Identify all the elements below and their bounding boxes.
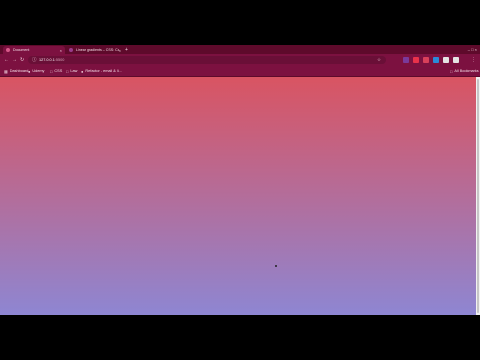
toolbar: ← → ↻ ⓘ 127.0.0.1:5500 ☆ ⋮: [0, 54, 480, 66]
new-tab-button[interactable]: +: [125, 46, 128, 54]
forward-button[interactable]: →: [12, 56, 17, 64]
scrollbar-thumb[interactable]: [477, 79, 479, 313]
tab-close-icon[interactable]: ×: [119, 48, 121, 53]
url-port: :5500: [54, 58, 65, 62]
vertical-scrollbar[interactable]: [476, 77, 480, 315]
bookmark-udemy[interactable]: ● Udemy: [28, 66, 44, 76]
extension-1-icon[interactable]: [403, 57, 409, 63]
extension-6-icon[interactable]: [453, 57, 459, 63]
reload-button[interactable]: ↻: [20, 56, 24, 64]
browser-menu-icon[interactable]: ⋮: [471, 56, 476, 64]
extension-5-icon[interactable]: [443, 57, 449, 63]
bookmark-folder-icon: ▦: [4, 68, 8, 74]
address-url[interactable]: 127.0.0.1:5500: [39, 56, 64, 64]
mouse-cursor: [275, 265, 277, 267]
tab-document[interactable]: Document ×: [3, 46, 65, 54]
tab-favicon-icon: [6, 48, 10, 52]
tab-title: Document: [13, 48, 30, 52]
browser-window: Document × Linear gradients – CSS: Casc …: [0, 45, 480, 315]
back-button[interactable]: ←: [4, 56, 9, 64]
bookmark-refactor[interactable]: ● Refactor - email & li...: [81, 66, 122, 76]
bookmark-dashboard[interactable]: ▦ Dashboard: [4, 66, 28, 76]
bookmark-label: Udemy: [32, 69, 45, 73]
tab-favicon-icon: [69, 48, 73, 52]
address-bar[interactable]: ⓘ 127.0.0.1:5500 ☆: [28, 56, 386, 64]
window-controls[interactable]: – □ ×: [468, 46, 477, 54]
site-info-icon[interactable]: ⓘ: [32, 56, 37, 64]
all-bookmarks-button[interactable]: □ All Bookmarks: [450, 66, 479, 76]
bookmark-label: Dashboard: [9, 69, 29, 73]
url-host: 127.0.0.1: [39, 58, 55, 62]
bookmark-favicon-icon: ●: [28, 68, 31, 74]
tab-strip: Document × Linear gradients – CSS: Casc …: [0, 45, 480, 54]
bookmark-label: Law: [70, 69, 78, 73]
bookmark-label: CSS: [54, 69, 63, 73]
bookmark-label: Refactor - email & li...: [85, 69, 122, 73]
page-viewport-gradient: [0, 77, 476, 315]
bookmark-folder-icon: □: [450, 68, 453, 74]
bookmark-favicon-icon: ●: [81, 68, 84, 74]
tab-close-icon[interactable]: ×: [60, 48, 62, 53]
bookmark-folder-icon: □: [50, 68, 53, 74]
extension-2-icon[interactable]: [413, 57, 419, 63]
tab-linear-gradients[interactable]: Linear gradients – CSS: Casc ×: [66, 46, 124, 54]
bookmarks-bar: ▦ Dashboard ● Udemy □ CSS □ Law ● Refact…: [0, 66, 480, 77]
bookmark-label: All Bookmarks: [454, 69, 479, 73]
tab-title: Linear gradients – CSS: Casc: [76, 48, 119, 52]
bookmark-css[interactable]: □ CSS: [50, 66, 62, 76]
bookmark-folder-icon: □: [66, 68, 69, 74]
extension-4-icon[interactable]: [433, 57, 439, 63]
bookmark-star-icon[interactable]: ☆: [377, 56, 381, 64]
extension-3-icon[interactable]: [423, 57, 429, 63]
bookmark-law[interactable]: □ Law: [66, 66, 77, 76]
